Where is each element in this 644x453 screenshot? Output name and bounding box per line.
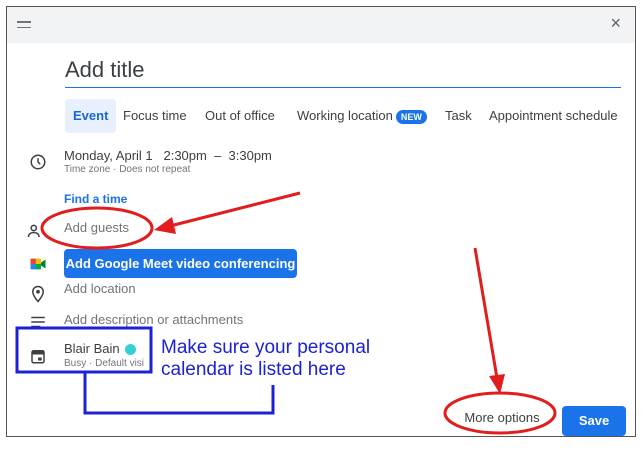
tab-task[interactable]: Task	[445, 99, 472, 133]
datetime-summary[interactable]: Monday, April 1 2:30pm – 3:30pm	[64, 148, 272, 163]
close-icon[interactable]: ×	[610, 13, 621, 34]
notes-icon	[31, 316, 45, 328]
tab-event[interactable]: Event	[65, 99, 117, 133]
title-input[interactable]: Add title	[65, 55, 621, 88]
meet-icon	[30, 258, 46, 270]
guests-input[interactable]: Add guests	[64, 220, 129, 235]
callout-line-2: calendar is listed here	[161, 359, 346, 380]
tab-working-location[interactable]: Working location NEW	[297, 99, 427, 133]
save-button[interactable]: Save	[562, 406, 626, 436]
people-icon	[27, 224, 40, 238]
calendar-status: Busy · Default visi	[64, 358, 145, 369]
more-options-button[interactable]: More options	[453, 403, 551, 433]
calendar-name: Blair Bain	[64, 341, 120, 356]
location-icon	[31, 285, 45, 303]
calendar-color-dot	[124, 344, 136, 356]
description-input[interactable]: Add description or attachments	[64, 312, 243, 327]
new-badge: NEW	[395, 109, 427, 124]
dialog-header: ×	[7, 7, 635, 43]
tab-focus-time[interactable]: Focus time	[123, 99, 187, 133]
annotation-callout: Make sure your personal calendar is list…	[161, 337, 370, 381]
add-meet-button[interactable]: Add Google Meet video conferencing	[64, 249, 297, 278]
callout-line-1: Make sure your personal	[161, 337, 371, 358]
datetime-detail: Time zone · Does not repeat	[64, 164, 191, 175]
find-time-link[interactable]: Find a time	[64, 192, 127, 206]
event-time: 2:30pm – 3:30pm	[163, 148, 272, 163]
tab-working-location-label: Working location	[297, 108, 393, 123]
tab-appointment-schedule[interactable]: Appointment schedule	[489, 99, 618, 133]
title-placeholder: Add title	[65, 57, 145, 82]
clock-icon	[30, 154, 46, 170]
drag-handle-icon[interactable]	[17, 21, 31, 32]
calendar-selector[interactable]: Blair Bain	[64, 341, 136, 356]
location-input[interactable]: Add location	[64, 281, 136, 296]
tab-out-of-office[interactable]: Out of office	[205, 99, 275, 133]
event-date: Monday, April 1	[64, 148, 153, 163]
calendar-icon	[31, 350, 45, 364]
